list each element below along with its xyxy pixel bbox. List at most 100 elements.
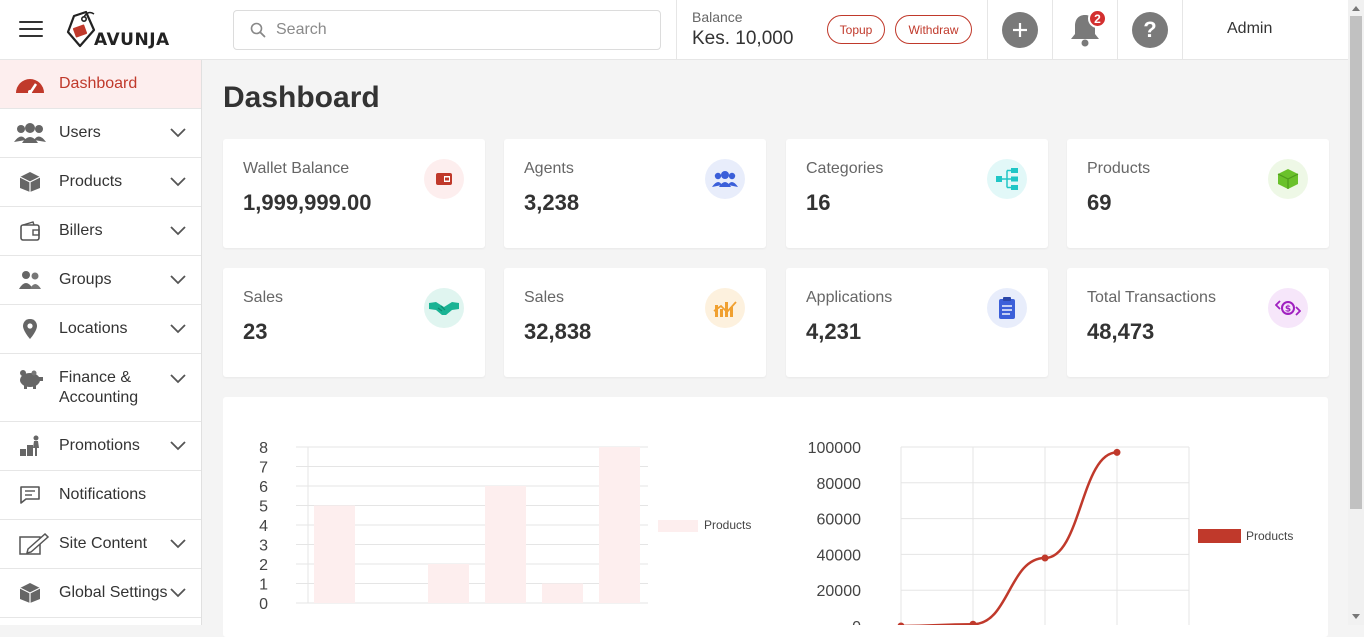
scrollbar-thumb[interactable] xyxy=(1350,16,1362,509)
speedometer-icon xyxy=(14,73,46,95)
sidebar: Dashboard Users Products Billers Groups xyxy=(0,60,202,625)
add-button[interactable] xyxy=(1002,12,1038,48)
divider xyxy=(1182,0,1183,59)
y-tick-label: 60000 xyxy=(817,512,862,529)
card-value: 32,838 xyxy=(524,319,592,344)
stat-card-applications[interactable]: Applications 4,231 xyxy=(786,268,1048,377)
y-tick-label: 3 xyxy=(259,538,268,555)
card-label: Applications xyxy=(806,289,893,306)
card-label: Products xyxy=(1087,160,1151,177)
bar-3 xyxy=(485,486,526,603)
scroll-up-icon[interactable] xyxy=(1348,0,1364,16)
sidebar-item-promotions[interactable]: Promotions xyxy=(0,422,201,471)
money-exchange-icon: $ xyxy=(1268,288,1308,328)
box-icon xyxy=(14,582,46,604)
sidebar-item-dashboard[interactable]: Dashboard xyxy=(0,60,201,109)
sidebar-item-site-content[interactable]: Site Content xyxy=(0,520,201,569)
sidebar-item-locations[interactable]: Locations xyxy=(0,305,201,354)
users-icon xyxy=(705,159,745,199)
card-label: Sales xyxy=(524,289,565,306)
chevron-down-icon xyxy=(170,324,186,334)
hamburger-menu-icon[interactable] xyxy=(19,21,43,39)
chevron-down-icon xyxy=(170,275,186,285)
card-value: 3,238 xyxy=(524,190,580,215)
users-icon xyxy=(14,122,46,144)
y-tick-label: 4 xyxy=(259,518,268,535)
chevron-down-icon xyxy=(170,441,186,451)
piggy-bank-icon xyxy=(14,368,46,390)
chevron-down-icon xyxy=(170,128,186,138)
bar-2 xyxy=(428,564,469,603)
legend-label: Products xyxy=(1246,529,1293,543)
y-tick-label: 0 xyxy=(852,619,861,625)
card-label: Agents xyxy=(524,160,574,177)
y-tick-label: 8 xyxy=(259,440,268,457)
divider xyxy=(676,0,677,59)
sidebar-item-products[interactable]: Products xyxy=(0,158,201,207)
charts-svg: 8 7 6 5 4 3 2 1 0 Products 100000 80000 60000 40000 20… xyxy=(259,440,1293,636)
sidebar-item-groups[interactable]: Groups xyxy=(0,256,201,305)
stat-card-sales-count[interactable]: Sales 23 xyxy=(223,268,485,377)
line-series xyxy=(900,451,1118,628)
legend-label: Products xyxy=(704,518,751,532)
stat-card-sales-amount[interactable]: Sales 32,838 xyxy=(504,268,766,377)
sidebar-item-finance[interactable]: Finance & Accounting xyxy=(0,354,201,422)
card-label: Wallet Balance xyxy=(243,160,350,177)
sidebar-item-label: Users xyxy=(59,124,101,141)
chevron-down-icon xyxy=(170,177,186,187)
bar-5 xyxy=(599,447,640,603)
handshake-icon xyxy=(424,288,464,328)
question-icon: ? xyxy=(1143,17,1157,42)
page-title: Dashboard xyxy=(223,81,380,114)
sidebar-item-notifications[interactable]: Notifications xyxy=(0,471,201,520)
sidebar-item-users[interactable]: Users xyxy=(0,109,201,158)
sidebar-item-label: Dashboard xyxy=(59,75,138,92)
stat-card-agents[interactable]: Agents 3,238 xyxy=(504,139,766,248)
promotion-icon xyxy=(14,435,46,457)
stat-card-total-transactions[interactable]: Total Transactions 48,473 $ xyxy=(1067,268,1329,377)
stat-card-products[interactable]: Products 69 xyxy=(1067,139,1329,248)
sidebar-item-billers[interactable]: Billers xyxy=(0,207,201,256)
sidebar-item-label: Billers xyxy=(59,222,103,239)
search-input[interactable] xyxy=(276,21,636,39)
box-icon xyxy=(14,171,46,193)
stat-card-wallet-balance[interactable]: Wallet Balance 1,999,999.00 xyxy=(223,139,485,248)
balance-value: Kes. 10,000 xyxy=(692,28,794,49)
y-tick-label: 5 xyxy=(259,499,268,516)
sidebar-item-label: Global Settings xyxy=(59,584,168,601)
scroll-down-icon[interactable] xyxy=(1348,609,1364,625)
topup-button[interactable]: Topup xyxy=(827,15,885,44)
withdraw-button[interactable]: Withdraw xyxy=(895,15,972,44)
sidebar-item-label: Groups xyxy=(59,271,112,288)
sidebar-item-label: Notifications xyxy=(59,486,147,503)
divider xyxy=(987,0,988,59)
wallet-icon xyxy=(14,221,46,241)
card-value: 1,999,999.00 xyxy=(243,190,372,215)
y-tick-label: 0 xyxy=(259,596,268,613)
chevron-down-icon xyxy=(170,374,186,384)
sidebar-item-label: Finance & Accounting xyxy=(59,369,139,406)
y-tick-label: 7 xyxy=(259,460,268,477)
divider xyxy=(1117,0,1118,59)
group-icon xyxy=(14,270,46,290)
user-menu[interactable]: Admin xyxy=(1227,20,1272,38)
card-value: 4,231 xyxy=(806,319,862,344)
cube-icon xyxy=(1268,159,1308,199)
card-label: Categories xyxy=(806,160,884,177)
sidebar-item-global-settings[interactable]: Global Settings xyxy=(0,569,201,618)
wallet-icon xyxy=(424,159,464,199)
bar-0 xyxy=(314,505,355,603)
balance-label: Balance xyxy=(692,9,743,25)
brand-name: AVUNJA xyxy=(94,30,170,50)
clipboard-icon xyxy=(987,288,1027,328)
card-value: 16 xyxy=(806,190,831,215)
stat-card-categories[interactable]: Categories 16 xyxy=(786,139,1048,248)
y-tick-label: 20000 xyxy=(817,583,862,600)
search-box[interactable] xyxy=(233,10,661,50)
y-tick-label: 80000 xyxy=(817,476,862,493)
edit-icon xyxy=(18,532,50,556)
page-scrollbar[interactable] xyxy=(1348,0,1364,625)
chevron-down-icon xyxy=(170,539,186,549)
chevron-down-icon xyxy=(170,226,186,236)
help-button[interactable]: ? xyxy=(1132,12,1168,48)
